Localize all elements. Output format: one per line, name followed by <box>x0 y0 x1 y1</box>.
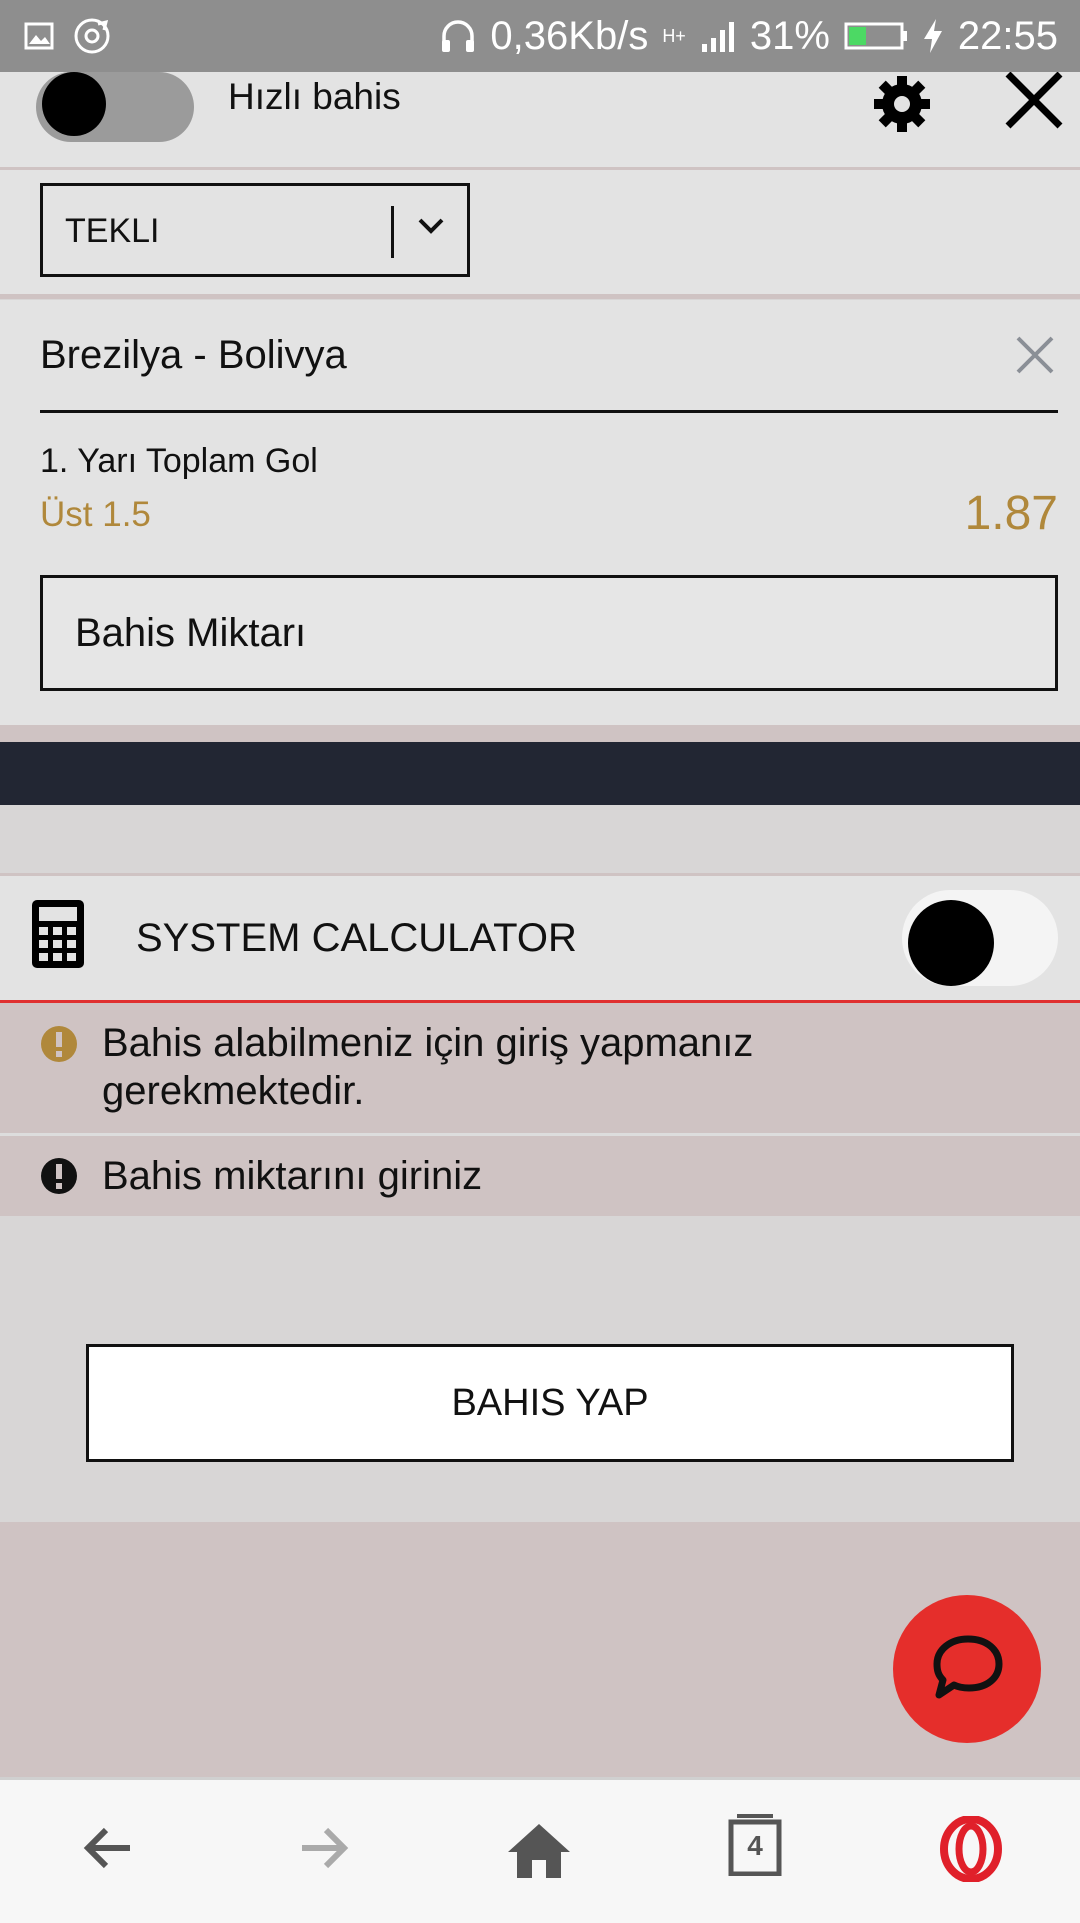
signal-icon <box>701 22 734 52</box>
match-name: Brezilya - Bolivya <box>40 333 347 377</box>
toggle-knob <box>42 72 106 136</box>
bet-slip-header: Hızlı bahis <box>0 72 1080 170</box>
bet-type-row: TEKLI <box>0 170 1080 299</box>
stake-warning-text: Bahis miktarını giriniz <box>102 1154 483 1198</box>
separator <box>0 725 1080 742</box>
bet-type-select[interactable]: TEKLI <box>40 183 470 277</box>
selection-name: Üst 1.5 <box>40 495 151 534</box>
dark-bar <box>0 742 1080 805</box>
headphones-icon <box>442 20 475 52</box>
place-bet-button[interactable]: BAHIS YAP <box>86 1344 1014 1462</box>
stake-warning: Bahis miktarını giriniz <box>0 1136 1080 1216</box>
chat-icon <box>933 1635 1003 1699</box>
quick-bet-toggle[interactable] <box>36 72 194 142</box>
close-icon[interactable] <box>1002 72 1066 130</box>
browser-nav-bar: 4 <box>0 1777 1080 1923</box>
battery-percent: 31% <box>749 14 830 58</box>
settings-icon[interactable] <box>870 72 934 136</box>
system-calculator-row: SYSTEM CALCULATOR <box>0 876 1080 1003</box>
spacer <box>0 805 1080 876</box>
clock: 22:55 <box>957 14 1058 58</box>
opera-icon[interactable] <box>940 1816 1002 1882</box>
market-name: 1. Yarı Toplam Gol <box>40 442 318 480</box>
error-icon <box>41 1158 77 1194</box>
bottom-area <box>0 1522 1080 1777</box>
tabs-button[interactable]: 4 <box>727 1812 783 1876</box>
remove-bet-icon[interactable] <box>1015 335 1055 375</box>
sync-icon <box>74 18 110 54</box>
status-bar: 0,36Kb/s H+ 31% 22:55 <box>0 0 1080 72</box>
login-warning-text: Bahis alabilmeniz için giriş yapmanız ge… <box>102 1021 754 1113</box>
tabs-count: 4 <box>747 1830 763 1861</box>
submit-area: BAHIS YAP <box>0 1216 1080 1522</box>
odds-value: 1.87 <box>964 487 1058 540</box>
toggle-knob <box>908 900 994 986</box>
chat-button[interactable] <box>893 1595 1041 1743</box>
back-icon[interactable] <box>80 1820 136 1876</box>
network-speed: 0,36Kb/s <box>490 14 649 58</box>
image-icon <box>24 22 54 50</box>
forward-icon[interactable] <box>296 1820 352 1876</box>
divider <box>40 410 1058 413</box>
network-type: H+ <box>662 26 686 46</box>
charging-icon <box>923 19 942 53</box>
system-calculator-label: SYSTEM CALCULATOR <box>136 916 577 960</box>
stake-placeholder: Bahis Miktarı <box>75 611 307 655</box>
warning-icon <box>41 1026 77 1062</box>
chevron-down-icon <box>418 218 444 234</box>
battery-icon <box>844 22 907 50</box>
system-calculator-toggle[interactable] <box>902 890 1058 986</box>
stake-input[interactable]: Bahis Miktarı <box>40 575 1058 691</box>
bet-card: Brezilya - Bolivya 1. Yarı Toplam Gol Üs… <box>0 300 1080 725</box>
bet-type-value: TEKLI <box>65 212 160 250</box>
calculator-icon <box>32 900 84 968</box>
home-icon[interactable] <box>506 1820 572 1880</box>
quick-bet-label: Hızlı bahis <box>228 76 401 117</box>
login-warning: Bahis alabilmeniz için giriş yapmanız ge… <box>0 1003 1080 1136</box>
dropdown-divider <box>391 206 394 258</box>
